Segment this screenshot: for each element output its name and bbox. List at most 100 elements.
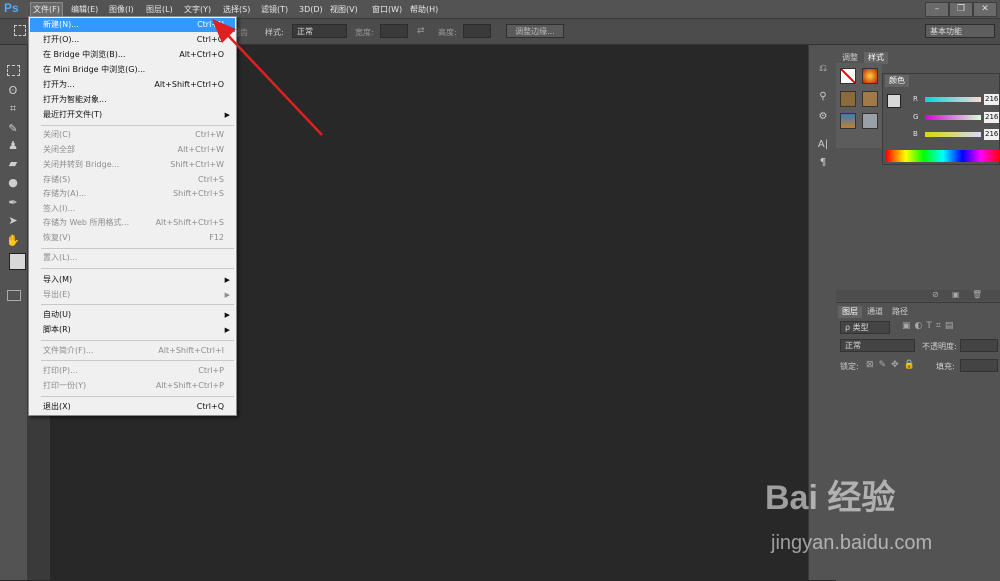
g-label: G [913, 113, 919, 121]
menu-item-close-to-bridge: 关闭并转到 Bridge... Shift+Ctrl+W [43, 160, 224, 169]
new-style-icon[interactable]: ▣ [952, 290, 960, 299]
blur-tool-icon[interactable]: ● [4, 175, 22, 191]
lock-label: 锁定: [840, 362, 859, 371]
style-none-swatch[interactable] [840, 68, 856, 84]
lasso-tool-icon[interactable]: ʘ [4, 83, 22, 99]
menu-edit[interactable]: 编辑(E) [69, 3, 100, 16]
menu-item-print-one-copy: 打印一份(Y) Alt+Shift+Ctrl+P [43, 381, 224, 390]
menu-item-exit[interactable]: 退出(X) Ctrl+Q [30, 400, 235, 414]
style-swatch[interactable] [862, 113, 878, 129]
tab-layers[interactable]: 图层 [838, 306, 862, 318]
height-label: 高度: [438, 28, 457, 37]
refine-edge-button[interactable]: 调整边缘... [506, 24, 564, 38]
marquee-preset-icon[interactable] [14, 25, 26, 36]
brush-preset-icon[interactable]: ⚲ [814, 89, 832, 105]
fill-label: 填充: [936, 362, 955, 371]
swap-icon[interactable]: ⇄ [417, 26, 425, 36]
menu-separator [41, 268, 234, 269]
history-icon[interactable]: ⎌ [814, 61, 832, 77]
blend-mode-select[interactable]: 正常 [840, 339, 915, 352]
tab-color[interactable]: 颜色 [885, 75, 909, 87]
pen-tool-icon[interactable]: ✒ [4, 195, 22, 211]
menu-item-scripts[interactable]: 脚本(R) ▶ [30, 323, 235, 337]
width-input[interactable] [380, 24, 408, 38]
eraser-tool-icon[interactable]: ▰ [4, 156, 22, 172]
r-label: R [913, 95, 918, 103]
menu-item-check-in: 签入(I)... [43, 204, 76, 213]
layer-filter-select[interactable]: ρ 类型 [840, 321, 890, 334]
filter-icons[interactable]: ▣◐T⌗▤ [902, 321, 957, 331]
menu-separator [41, 340, 234, 341]
photoshop-logo: Ps [4, 1, 19, 15]
crop-tool-icon[interactable]: ⌗ [4, 101, 22, 117]
styles-panel [836, 63, 882, 148]
style-swatch[interactable] [840, 91, 856, 107]
opacity-label: 不透明度: [922, 342, 957, 351]
restore-button[interactable]: ❐ [949, 2, 973, 17]
b-slider[interactable] [925, 132, 981, 137]
menu-item-save: 存储(S) Ctrl+S [43, 175, 224, 184]
submenu-arrow-icon: ▶ [224, 276, 230, 284]
menu-item-export: 导出(E) ▶ [30, 288, 235, 302]
menu-separator [41, 248, 234, 249]
menu-item-print: 打印(P)... Ctrl+P [43, 366, 224, 375]
watermark-logo: Bai 经验 [765, 479, 896, 517]
menu-item-place: 置入(L)... [43, 253, 78, 262]
menu-view[interactable]: 视图(V) [328, 3, 360, 16]
delete-icon[interactable]: 🗑 [972, 290, 982, 299]
marquee-tool-icon[interactable] [7, 65, 20, 76]
menu-item-revert: 恢复(V) F12 [43, 233, 224, 242]
baidu-watermark: Bai 经验 jingyan.baidu.com [765, 468, 985, 568]
submenu-arrow-icon: ▶ [224, 311, 230, 319]
submenu-arrow-icon: ▶ [224, 326, 230, 334]
tab-paths[interactable]: 路径 [888, 306, 912, 318]
b-value[interactable]: 216 [984, 129, 999, 140]
tab-channels[interactable]: 通道 [863, 306, 887, 318]
fg-color-chip[interactable] [887, 94, 901, 108]
style-swatch[interactable] [862, 68, 878, 84]
character-icon[interactable]: A| [814, 137, 832, 153]
quick-mask-icon[interactable] [7, 290, 21, 301]
height-input[interactable] [463, 24, 491, 38]
fill-input[interactable] [960, 359, 998, 372]
hand-tool-icon[interactable]: ✋ [4, 233, 22, 249]
menu-image[interactable]: 图像(I) [107, 3, 136, 16]
paragraph-icon[interactable]: ¶ [814, 155, 832, 171]
color-spectrum[interactable] [886, 150, 1000, 162]
stamp-tool-icon[interactable]: ♟ [4, 138, 22, 154]
watermark-url: jingyan.baidu.com [771, 532, 933, 554]
opacity-input[interactable] [960, 339, 998, 352]
width-label: 宽度: [355, 28, 374, 37]
r-slider[interactable] [925, 97, 981, 102]
tool-presets-icon[interactable]: ⚙ [814, 109, 832, 125]
r-value[interactable]: 216 [984, 94, 999, 105]
lock-icons[interactable]: ⊠✎✥🔒 [866, 360, 920, 370]
menu-item-file-info: 文件简介(F)... Alt+Shift+Ctrl+I [43, 346, 224, 355]
menu-item-save-as: 存储为(A)... Shift+Ctrl+S [43, 189, 224, 198]
panel-footer: ⊘ ▣ 🗑 [836, 290, 1000, 301]
menu-item-import[interactable]: 导入(M) ▶ [30, 273, 235, 287]
menu-help[interactable]: 帮助(H) [408, 3, 440, 16]
healing-tool-icon[interactable]: ✎ [4, 121, 22, 137]
menu-item-automate[interactable]: 自动(U) ▶ [30, 308, 235, 322]
minimize-button[interactable]: – [925, 2, 949, 17]
foreground-color-swatch[interactable] [9, 253, 26, 270]
menu-file[interactable]: 文件(F) [30, 2, 63, 17]
path-select-tool-icon[interactable]: ➤ [4, 213, 22, 229]
g-value[interactable]: 216 [984, 112, 999, 123]
menu-separator [41, 304, 234, 305]
menu-separator [41, 396, 234, 397]
g-slider[interactable] [925, 115, 981, 120]
b-label: B [913, 130, 918, 138]
menu-item-close-all: 关闭全部 Alt+Ctrl+W [43, 145, 224, 154]
tools-panel: ʘ ⌗ ✎ ♟ ▰ ● ✒ ➤ ✋ [0, 45, 31, 580]
style-swatch[interactable] [862, 91, 878, 107]
menu-window[interactable]: 窗口(W) [370, 3, 404, 16]
clear-icon[interactable]: ⊘ [932, 290, 939, 299]
style-swatch[interactable] [840, 113, 856, 129]
submenu-arrow-icon: ▶ [224, 291, 230, 299]
menu-layer[interactable]: 图层(L) [144, 3, 175, 16]
workspace-select[interactable]: 基本功能 [925, 24, 995, 38]
menu-item-save-for-web: 存储为 Web 所用格式... Alt+Shift+Ctrl+S [43, 218, 224, 227]
close-button[interactable]: ✕ [973, 2, 997, 17]
